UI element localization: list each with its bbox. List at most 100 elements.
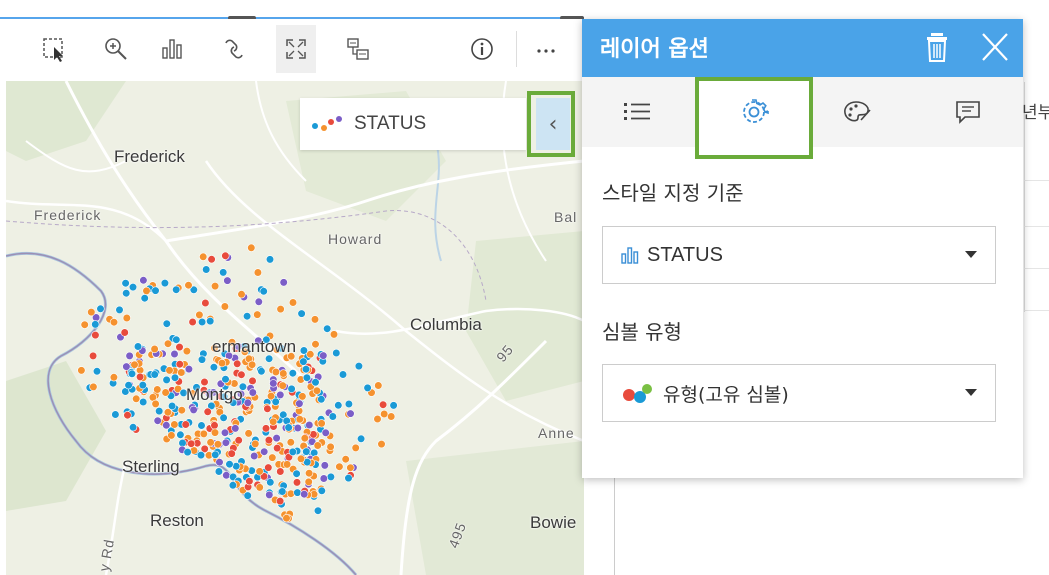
map-point[interactable] <box>264 463 273 472</box>
map-point[interactable] <box>351 443 360 453</box>
map-point[interactable] <box>160 279 169 288</box>
map-point[interactable] <box>279 369 288 378</box>
collapse-legend-button[interactable]: ‹ <box>536 98 570 150</box>
map-point[interactable] <box>387 412 396 421</box>
map-point[interactable] <box>301 365 311 374</box>
map-point[interactable] <box>138 381 147 390</box>
map-point[interactable] <box>326 472 336 482</box>
symbol-type-dropdown[interactable]: 유형(고유 심볼) <box>602 364 996 422</box>
map-point[interactable] <box>373 414 382 424</box>
map-point[interactable] <box>175 360 184 369</box>
map-point[interactable] <box>221 375 230 384</box>
map-point[interactable] <box>304 477 313 487</box>
map-point[interactable] <box>344 474 353 483</box>
expand-button[interactable] <box>276 25 316 73</box>
map-point[interactable] <box>128 283 138 292</box>
map-point[interactable] <box>111 410 120 419</box>
map-point[interactable] <box>225 460 234 469</box>
map-point[interactable] <box>276 305 285 314</box>
map-point[interactable] <box>292 469 301 478</box>
map-point[interactable] <box>87 308 96 317</box>
map-point[interactable] <box>321 428 330 437</box>
map-point[interactable] <box>380 409 389 419</box>
map-point[interactable] <box>317 419 326 428</box>
map-point[interactable] <box>165 366 174 375</box>
map-point[interactable] <box>335 462 344 471</box>
map-point[interactable] <box>259 287 268 296</box>
map-point[interactable] <box>170 373 180 382</box>
map-point[interactable] <box>313 506 323 515</box>
map-point[interactable] <box>320 461 329 470</box>
map-point[interactable] <box>300 434 309 443</box>
map-point[interactable] <box>288 447 297 457</box>
map-point[interactable] <box>120 328 129 337</box>
map-point[interactable] <box>181 420 190 429</box>
map-point[interactable] <box>317 486 326 495</box>
map-point[interactable] <box>305 420 314 430</box>
map-point[interactable] <box>231 424 240 433</box>
map-point[interactable] <box>215 458 224 467</box>
map-point[interactable] <box>167 431 176 440</box>
map-point[interactable] <box>188 317 197 327</box>
map-point[interactable] <box>197 355 207 364</box>
map-point[interactable] <box>127 369 137 378</box>
map-point[interactable] <box>283 460 292 469</box>
map-point[interactable] <box>276 390 285 400</box>
map-view[interactable]: Frederick Frederick Howard Columbia erma… <box>6 81 584 575</box>
map-point[interactable] <box>128 423 138 432</box>
map-point[interactable] <box>257 367 266 376</box>
map-point[interactable] <box>189 405 198 415</box>
map-point[interactable] <box>228 481 237 490</box>
map-point[interactable] <box>220 428 230 437</box>
map-point[interactable] <box>214 467 223 476</box>
map-point[interactable] <box>293 488 302 497</box>
map-point[interactable] <box>211 450 220 459</box>
map-point[interactable] <box>150 370 159 379</box>
map-point[interactable] <box>142 286 151 295</box>
select-tool-button[interactable] <box>34 25 74 73</box>
map-point[interactable] <box>172 285 181 294</box>
map-point[interactable] <box>182 347 191 356</box>
map-point[interactable] <box>155 407 164 416</box>
map-point[interactable] <box>354 362 364 371</box>
map-point[interactable] <box>260 447 269 456</box>
map-point[interactable] <box>80 320 89 329</box>
map-point[interactable] <box>279 278 288 287</box>
map-point[interactable] <box>243 312 252 321</box>
map-point[interactable] <box>357 434 366 443</box>
map-point[interactable] <box>293 423 302 433</box>
map-point[interactable] <box>139 397 148 407</box>
map-point[interactable] <box>317 395 326 404</box>
map-point[interactable] <box>151 399 160 409</box>
map-point[interactable] <box>276 497 285 506</box>
map-point[interactable] <box>300 490 309 499</box>
map-point[interactable] <box>254 297 263 306</box>
map-point[interactable] <box>206 438 215 447</box>
map-point[interactable] <box>77 366 86 375</box>
map-point[interactable] <box>211 282 220 291</box>
flip-card-button[interactable] <box>338 25 378 73</box>
map-point[interactable] <box>210 421 219 430</box>
map-point[interactable] <box>221 438 230 447</box>
map-point[interactable] <box>273 444 282 453</box>
map-point[interactable] <box>296 454 306 463</box>
map-point[interactable] <box>278 487 287 496</box>
map-point[interactable] <box>263 404 272 413</box>
map-point[interactable] <box>153 385 162 394</box>
map-point[interactable] <box>288 369 297 378</box>
map-point[interactable] <box>326 442 335 452</box>
close-button[interactable] <box>978 29 1012 65</box>
map-point[interactable] <box>248 360 257 369</box>
map-point[interactable] <box>201 298 210 308</box>
map-point[interactable] <box>124 381 133 390</box>
map-point[interactable] <box>220 302 229 311</box>
map-point[interactable] <box>122 313 131 323</box>
map-point[interactable] <box>250 451 259 461</box>
map-point[interactable] <box>96 304 105 313</box>
map-point[interactable] <box>264 436 274 445</box>
map-point[interactable] <box>217 359 227 368</box>
map-point[interactable] <box>176 430 185 439</box>
map-point[interactable] <box>163 408 172 417</box>
tab-legend[interactable] <box>582 77 692 147</box>
map-point[interactable] <box>150 344 159 354</box>
